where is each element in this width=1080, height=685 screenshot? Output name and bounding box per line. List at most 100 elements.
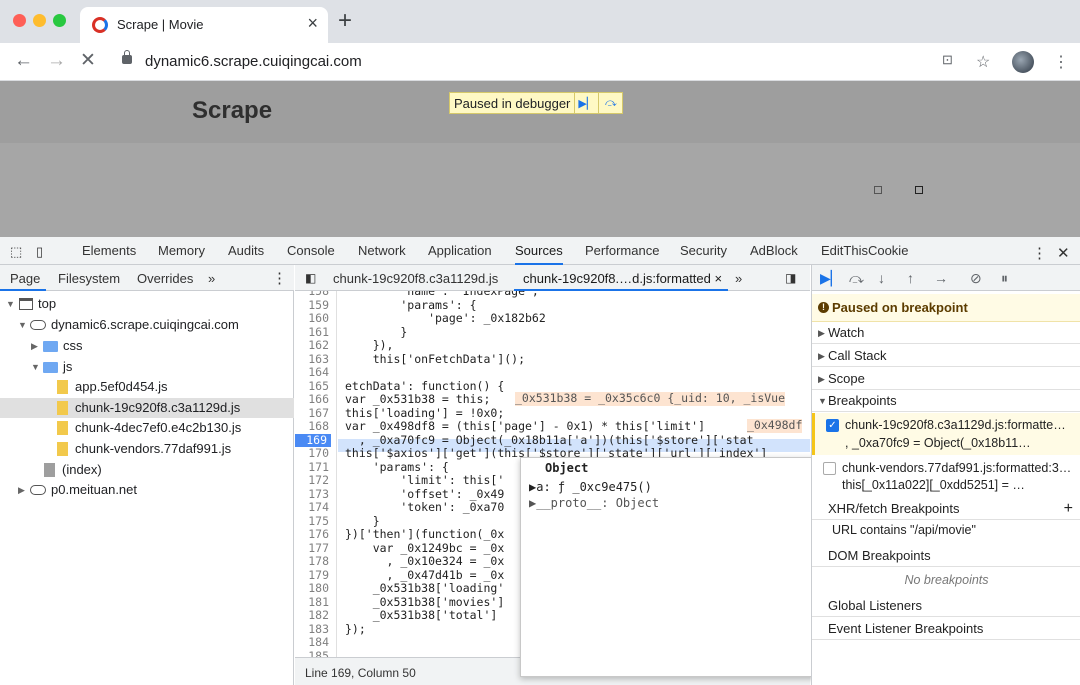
tree-item-domain[interactable]: ▶ p0.meituan.net (0, 480, 294, 500)
expand-triangle-icon[interactable]: ▼ (31, 357, 40, 377)
add-icon[interactable]: + (1064, 498, 1073, 520)
devtools-tab-security[interactable]: Security (680, 243, 727, 258)
devtools-tab-adblock[interactable]: AdBlock (750, 243, 798, 258)
line-number[interactable]: 181 (295, 595, 329, 610)
breakpoint-checkbox[interactable] (823, 462, 836, 475)
close-tab-icon[interactable]: × (307, 14, 318, 32)
minimize-window-button[interactable] (33, 14, 46, 27)
stop-loading-icon[interactable]: ✕ (80, 50, 96, 72)
inspect-element-icon[interactable]: ⬚ (10, 244, 22, 260)
line-number[interactable]: 174 (295, 500, 329, 515)
address-bar[interactable]: dynamic6.scrape.cuiqingcai.com (145, 53, 362, 70)
forward-icon[interactable]: → (47, 50, 66, 72)
step-over-icon[interactable]: ⤼ (849, 270, 864, 287)
collapse-triangle-icon[interactable]: ▶ (18, 480, 25, 500)
line-number[interactable]: 163 (295, 352, 329, 367)
section-xhr-breakpoints[interactable]: XHR/fetch Breakpoints + (812, 498, 1080, 520)
line-number[interactable]: 162 (295, 338, 329, 353)
menu-kebab-icon[interactable]: ⋮ (1053, 52, 1069, 72)
devtools-tab-performance[interactable]: Performance (585, 243, 659, 258)
expand-triangle-icon[interactable]: ▼ (18, 315, 27, 335)
line-number[interactable]: 169 (295, 433, 331, 447)
resume-icon[interactable]: ▶▏ (820, 270, 842, 287)
translate-icon[interactable]: ⊡ (942, 52, 953, 68)
breakpoint-checkbox[interactable]: ✓ (826, 419, 839, 432)
line-number[interactable]: 180 (295, 581, 329, 596)
devtools-tab-console[interactable]: Console (287, 243, 335, 258)
devtools-menu-icon[interactable]: ⋮ (1032, 244, 1047, 262)
pause-on-exceptions-icon[interactable]: ⏸ (1001, 270, 1008, 287)
expand-triangle-icon[interactable]: ▼ (6, 294, 15, 314)
breakpoint-item[interactable]: chunk-vendors.77daf991.js:formatted:3… t… (812, 458, 1080, 498)
line-number[interactable]: 164 (295, 365, 329, 380)
section-scope[interactable]: ▶ Scope (812, 368, 1080, 390)
tree-item-index[interactable]: (index) (0, 460, 294, 480)
close-window-button[interactable] (13, 14, 26, 27)
line-number[interactable]: 185 (295, 649, 329, 657)
line-number[interactable]: 173 (295, 487, 329, 502)
line-number[interactable]: 165 (295, 379, 329, 394)
devtools-tab-elements[interactable]: Elements (82, 243, 136, 258)
object-preview-popover[interactable]: Object ▶a: ƒ _0xc9e475() ▶__proto__: Obj… (520, 457, 830, 677)
devtools-tab-network[interactable]: Network (358, 243, 406, 258)
tree-item-js[interactable]: ▼ js (0, 357, 294, 377)
line-number[interactable]: 177 (295, 541, 329, 556)
tree-item-css[interactable]: ▶ css (0, 336, 294, 356)
step-into-icon[interactable]: ↓ (878, 270, 885, 286)
property-proto[interactable]: ▶__proto__: Object (529, 496, 659, 510)
bookmark-star-icon[interactable]: ☆ (976, 52, 990, 72)
device-toolbar-icon[interactable]: ▯ (36, 244, 43, 260)
step-out-icon[interactable]: ↑ (907, 270, 914, 286)
navigator-tab-overrides[interactable]: Overrides (137, 271, 193, 286)
back-icon[interactable]: ← (14, 50, 33, 72)
xhr-breakpoint-item[interactable]: URL contains "/api/movie" (812, 523, 1080, 543)
line-number[interactable]: 168 (295, 419, 329, 434)
section-dom-breakpoints[interactable]: DOM Breakpoints (812, 545, 1080, 567)
tree-item-domain[interactable]: ▼ dynamic6.scrape.cuiqingcai.com (0, 315, 294, 335)
section-global-listeners[interactable]: Global Listeners (812, 595, 1080, 617)
devtools-tab-editthiscookie[interactable]: EditThisCookie (821, 243, 908, 258)
step-icon[interactable]: → (934, 270, 948, 286)
collapse-triangle-icon[interactable]: ▶ (31, 336, 38, 356)
line-number[interactable]: 184 (295, 635, 329, 650)
line-gutter[interactable]: 158 159 160 161 162 163 164 165 166 167 168 169 170 1… (295, 291, 337, 657)
line-number[interactable]: 172 (295, 473, 329, 488)
section-watch[interactable]: ▶ Watch (812, 322, 1080, 344)
section-event-listener-breakpoints[interactable]: Event Listener Breakpoints (812, 618, 1080, 640)
line-number[interactable]: 166 (295, 392, 329, 407)
line-number[interactable]: 183 (295, 622, 329, 637)
navigator-menu-icon[interactable]: ⋮ (272, 269, 287, 287)
line-number[interactable]: 160 (295, 311, 329, 326)
new-tab-icon[interactable]: + (338, 9, 352, 33)
line-number[interactable]: 179 (295, 568, 329, 583)
navigator-tab-page[interactable]: Page (10, 271, 40, 286)
editor-tab-minified[interactable]: chunk-19c920f8.c3a1129d.js (333, 271, 498, 286)
line-number[interactable]: 167 (295, 406, 329, 421)
resume-icon[interactable]: ▶▏ (574, 93, 598, 113)
step-over-icon[interactable]: ⤼ (598, 93, 622, 113)
line-number[interactable]: 171 (295, 460, 329, 475)
tree-item-file[interactable]: app.5ef0d454.js (0, 377, 294, 397)
tree-item-file[interactable]: chunk-vendors.77daf991.js (0, 439, 294, 459)
toggle-debugger-icon[interactable]: ◨ (785, 271, 796, 285)
line-number[interactable]: 178 (295, 554, 329, 569)
editor-tab-formatted[interactable]: chunk-19c920f8.…d.js:formatted × (523, 271, 722, 286)
browser-tab[interactable]: Scrape | Movie × (80, 7, 328, 43)
devtools-tab-memory[interactable]: Memory (158, 243, 205, 258)
deactivate-breakpoints-icon[interactable]: ⊘ (970, 270, 982, 287)
line-number[interactable]: 182 (295, 608, 329, 623)
more-tabs-icon[interactable]: » (735, 271, 742, 286)
line-number[interactable]: 170 (295, 446, 329, 461)
devtools-tab-audits[interactable]: Audits (228, 243, 264, 258)
toggle-navigator-icon[interactable]: ◧ (305, 271, 316, 285)
profile-avatar[interactable] (1012, 51, 1034, 73)
section-breakpoints[interactable]: ▼ Breakpoints (812, 390, 1080, 412)
devtools-tab-application[interactable]: Application (428, 243, 492, 258)
tree-item-top[interactable]: ▼ top (0, 294, 294, 314)
property-a[interactable]: ▶a: ƒ _0xc9e475() (529, 480, 652, 494)
close-devtools-icon[interactable]: ✕ (1057, 244, 1070, 262)
tree-item-file-selected[interactable]: chunk-19c920f8.c3a1129d.js (0, 398, 294, 418)
line-number[interactable]: 176 (295, 527, 329, 542)
zoom-window-button[interactable] (53, 14, 66, 27)
line-number[interactable]: 175 (295, 514, 329, 529)
